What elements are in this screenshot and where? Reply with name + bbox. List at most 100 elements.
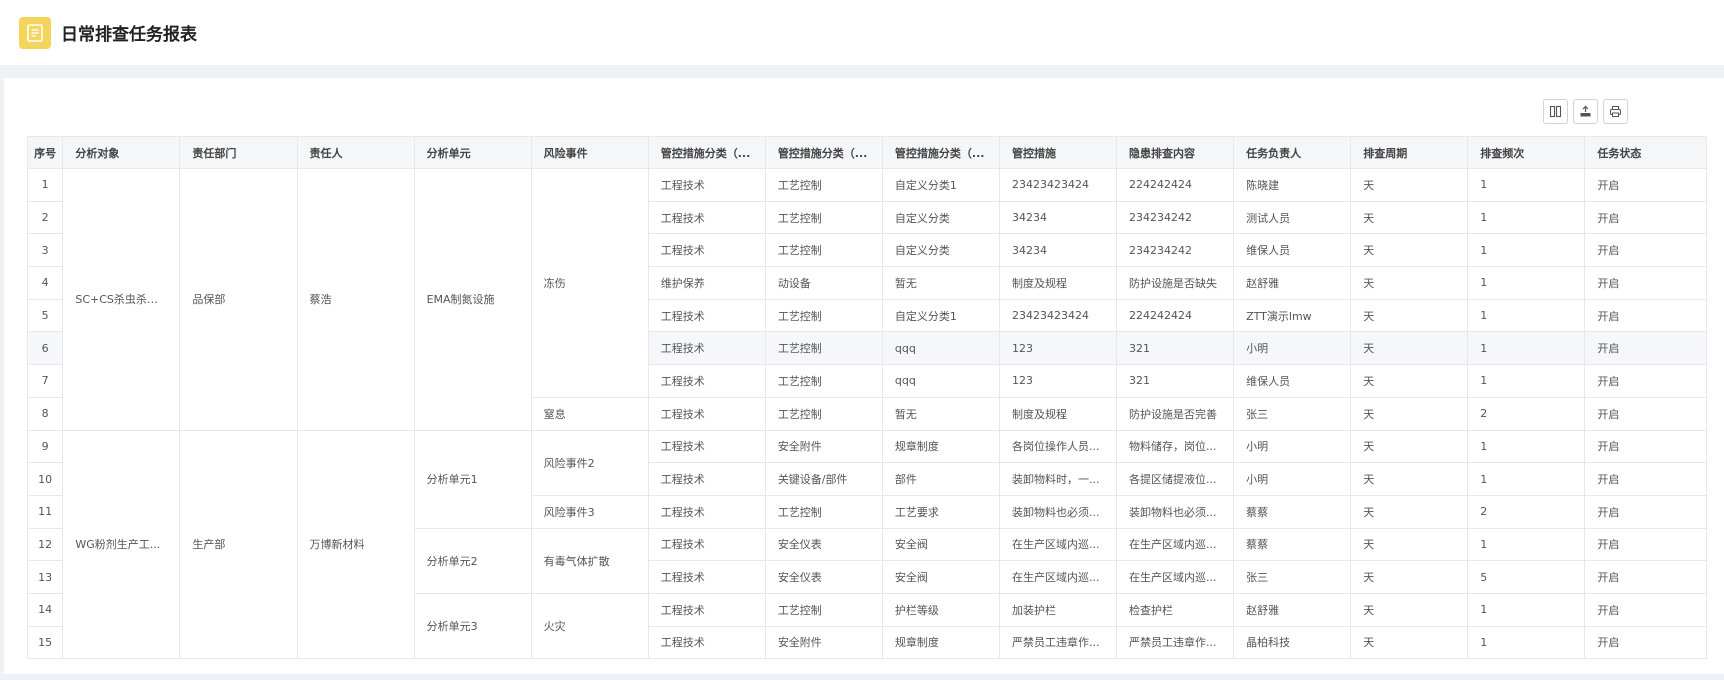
inspection-content-cell: 防护设施是否完善 xyxy=(1116,396,1235,431)
measure-category-2-cell: 工艺控制 xyxy=(764,168,883,202)
inspection-cycle-cell: 天 xyxy=(1350,462,1469,496)
task-status-cell: 开启 xyxy=(1584,429,1707,464)
inspection-content-cell: 各提区储提液位... xyxy=(1116,462,1235,496)
measure-category-1-cell: 维护保养 xyxy=(647,266,766,300)
inspection-content-cell: 321 xyxy=(1116,364,1235,398)
row-index: 5 xyxy=(27,298,64,333)
measure-category-2-cell: 动设备 xyxy=(764,266,883,300)
measure-category-1-cell: 工程技术 xyxy=(647,233,766,268)
inspection-content-cell: 321 xyxy=(1116,331,1235,366)
measure-category-2-cell: 安全仪表 xyxy=(764,560,883,594)
row-index: 3 xyxy=(27,233,64,268)
task-status-cell: 开启 xyxy=(1584,560,1707,594)
task-owner-cell: 小明 xyxy=(1233,429,1352,464)
task-owner-cell: 张三 xyxy=(1233,396,1352,431)
row-index: 8 xyxy=(27,396,64,431)
print-button[interactable] xyxy=(1603,99,1628,124)
column-header[interactable]: 分析单元 xyxy=(413,136,532,169)
control-measure-cell: 23423423424 xyxy=(998,298,1118,333)
column-header[interactable]: 责任部门 xyxy=(179,136,298,169)
measure-category-3-cell: 部件 xyxy=(881,462,1000,496)
task-owner-cell: 小明 xyxy=(1233,331,1352,366)
analysis-object-cell: WG粉剂生产工... xyxy=(62,429,181,660)
inspection-cycle-cell: 天 xyxy=(1350,494,1469,529)
inspection-cycle-cell: 天 xyxy=(1350,168,1469,202)
control-measure-cell: 制度及规程 xyxy=(998,266,1118,300)
responsible-person-cell: 万博新材料 xyxy=(296,429,415,660)
column-header[interactable]: 管控措施 xyxy=(998,136,1118,169)
analysis-unit-cell: 分析单元3 xyxy=(413,592,532,660)
task-owner-cell: 晶柏科技 xyxy=(1233,625,1352,660)
row-index: 12 xyxy=(27,527,64,562)
task-status-cell: 开启 xyxy=(1584,364,1707,398)
row-index: 13 xyxy=(27,560,64,594)
row-index: 9 xyxy=(27,429,64,464)
column-header[interactable]: 序号 xyxy=(27,136,64,169)
task-owner-cell: 蔡蔡 xyxy=(1233,527,1352,562)
table-row: 9 WG粉剂生产工... 生产部 万博新材料 分析单元1 风险事件2 工程技术 … xyxy=(27,429,1707,660)
inspection-cycle-cell: 天 xyxy=(1350,364,1469,398)
column-header[interactable]: 管控措施分类（... xyxy=(647,136,766,169)
task-owner-cell: 小明 xyxy=(1233,462,1352,496)
column-header[interactable]: 责任人 xyxy=(296,136,415,169)
report-table-container: 序号 分析对象 责任部门 责任人 分析单元 风险事件 管控措施分类（... 管控… xyxy=(27,136,1707,674)
measure-category-3-cell: 暂无 xyxy=(881,396,1000,431)
inspection-cycle-cell: 天 xyxy=(1350,527,1469,562)
column-header[interactable]: 管控措施分类（... xyxy=(764,136,883,169)
measure-category-1-cell: 工程技术 xyxy=(647,168,766,202)
measure-category-3-cell: 工艺要求 xyxy=(881,494,1000,529)
control-measure-cell: 在生产区域内巡... xyxy=(998,527,1118,562)
task-owner-cell: ZTT演示lmw xyxy=(1233,298,1352,333)
measure-category-3-cell: 自定义分类1 xyxy=(881,298,1000,333)
risk-event-cell: 有毒气体扩散 xyxy=(530,527,649,594)
measure-category-2-cell: 安全附件 xyxy=(764,625,883,660)
control-measure-cell: 装卸物料时，一... xyxy=(998,462,1118,496)
risk-event-cell: 冻伤 xyxy=(530,168,649,398)
measure-category-3-cell: qqq xyxy=(881,331,1000,366)
measure-category-1-cell: 工程技术 xyxy=(647,527,766,562)
inspection-content-cell: 234234242 xyxy=(1116,233,1235,268)
page-title: 日常排查任务报表 xyxy=(61,25,197,45)
control-measure-cell: 各岗位操作人员... xyxy=(998,429,1118,464)
task-owner-cell: 张三 xyxy=(1233,560,1352,594)
control-measure-cell: 装卸物料也必须... xyxy=(998,494,1118,529)
measure-category-3-cell: 规章制度 xyxy=(881,429,1000,464)
inspection-content-cell: 在生产区域内巡... xyxy=(1116,527,1235,562)
report-panel: 序号 分析对象 责任部门 责任人 分析单元 风险事件 管控措施分类（... 管控… xyxy=(4,78,1724,674)
inspection-cycle-cell: 天 xyxy=(1350,298,1469,333)
column-header[interactable]: 任务负责人 xyxy=(1233,136,1352,169)
column-header[interactable]: 任务状态 xyxy=(1584,136,1707,169)
column-header[interactable]: 风险事件 xyxy=(530,136,649,169)
inspection-frequency-cell: 1 xyxy=(1467,168,1586,202)
inspection-cycle-cell: 天 xyxy=(1350,429,1469,464)
analysis-unit-cell: 分析单元1 xyxy=(413,429,532,529)
task-status-cell: 开启 xyxy=(1584,200,1707,235)
inspection-frequency-cell: 5 xyxy=(1467,560,1586,594)
task-status-cell: 开启 xyxy=(1584,233,1707,268)
column-header[interactable]: 隐患排查内容 xyxy=(1116,136,1235,169)
inspection-content-cell: 224242424 xyxy=(1116,168,1235,202)
report-table: 序号 分析对象 责任部门 责任人 分析单元 风险事件 管控措施分类（... 管控… xyxy=(27,136,1707,660)
inspection-content-cell: 装卸物料也必须... xyxy=(1116,494,1235,529)
department-cell: 品保部 xyxy=(179,168,298,431)
task-status-cell: 开启 xyxy=(1584,494,1707,529)
report-document-icon xyxy=(19,16,51,49)
task-status-cell: 开启 xyxy=(1584,527,1707,562)
column-header[interactable]: 管控措施分类（... xyxy=(881,136,1000,169)
inspection-content-cell: 物料储存，岗位... xyxy=(1116,429,1235,464)
measure-category-1-cell: 工程技术 xyxy=(647,298,766,333)
measure-category-3-cell: qqq xyxy=(881,364,1000,398)
analysis-object-cell: SC+CS杀虫杀菌... xyxy=(62,168,181,431)
column-header[interactable]: 排查频次 xyxy=(1467,136,1586,169)
measure-category-2-cell: 工艺控制 xyxy=(764,494,883,529)
inspection-frequency-cell: 1 xyxy=(1467,331,1586,366)
task-status-cell: 开启 xyxy=(1584,396,1707,431)
inspection-frequency-cell: 1 xyxy=(1467,429,1586,464)
column-header[interactable]: 分析对象 xyxy=(62,136,181,169)
column-header[interactable]: 排查周期 xyxy=(1350,136,1469,169)
risk-event-cell: 火灾 xyxy=(530,592,649,660)
measure-category-1-cell: 工程技术 xyxy=(647,462,766,496)
column-settings-button[interactable] xyxy=(1543,99,1568,124)
task-status-cell: 开启 xyxy=(1584,331,1707,366)
export-button[interactable] xyxy=(1573,99,1598,124)
